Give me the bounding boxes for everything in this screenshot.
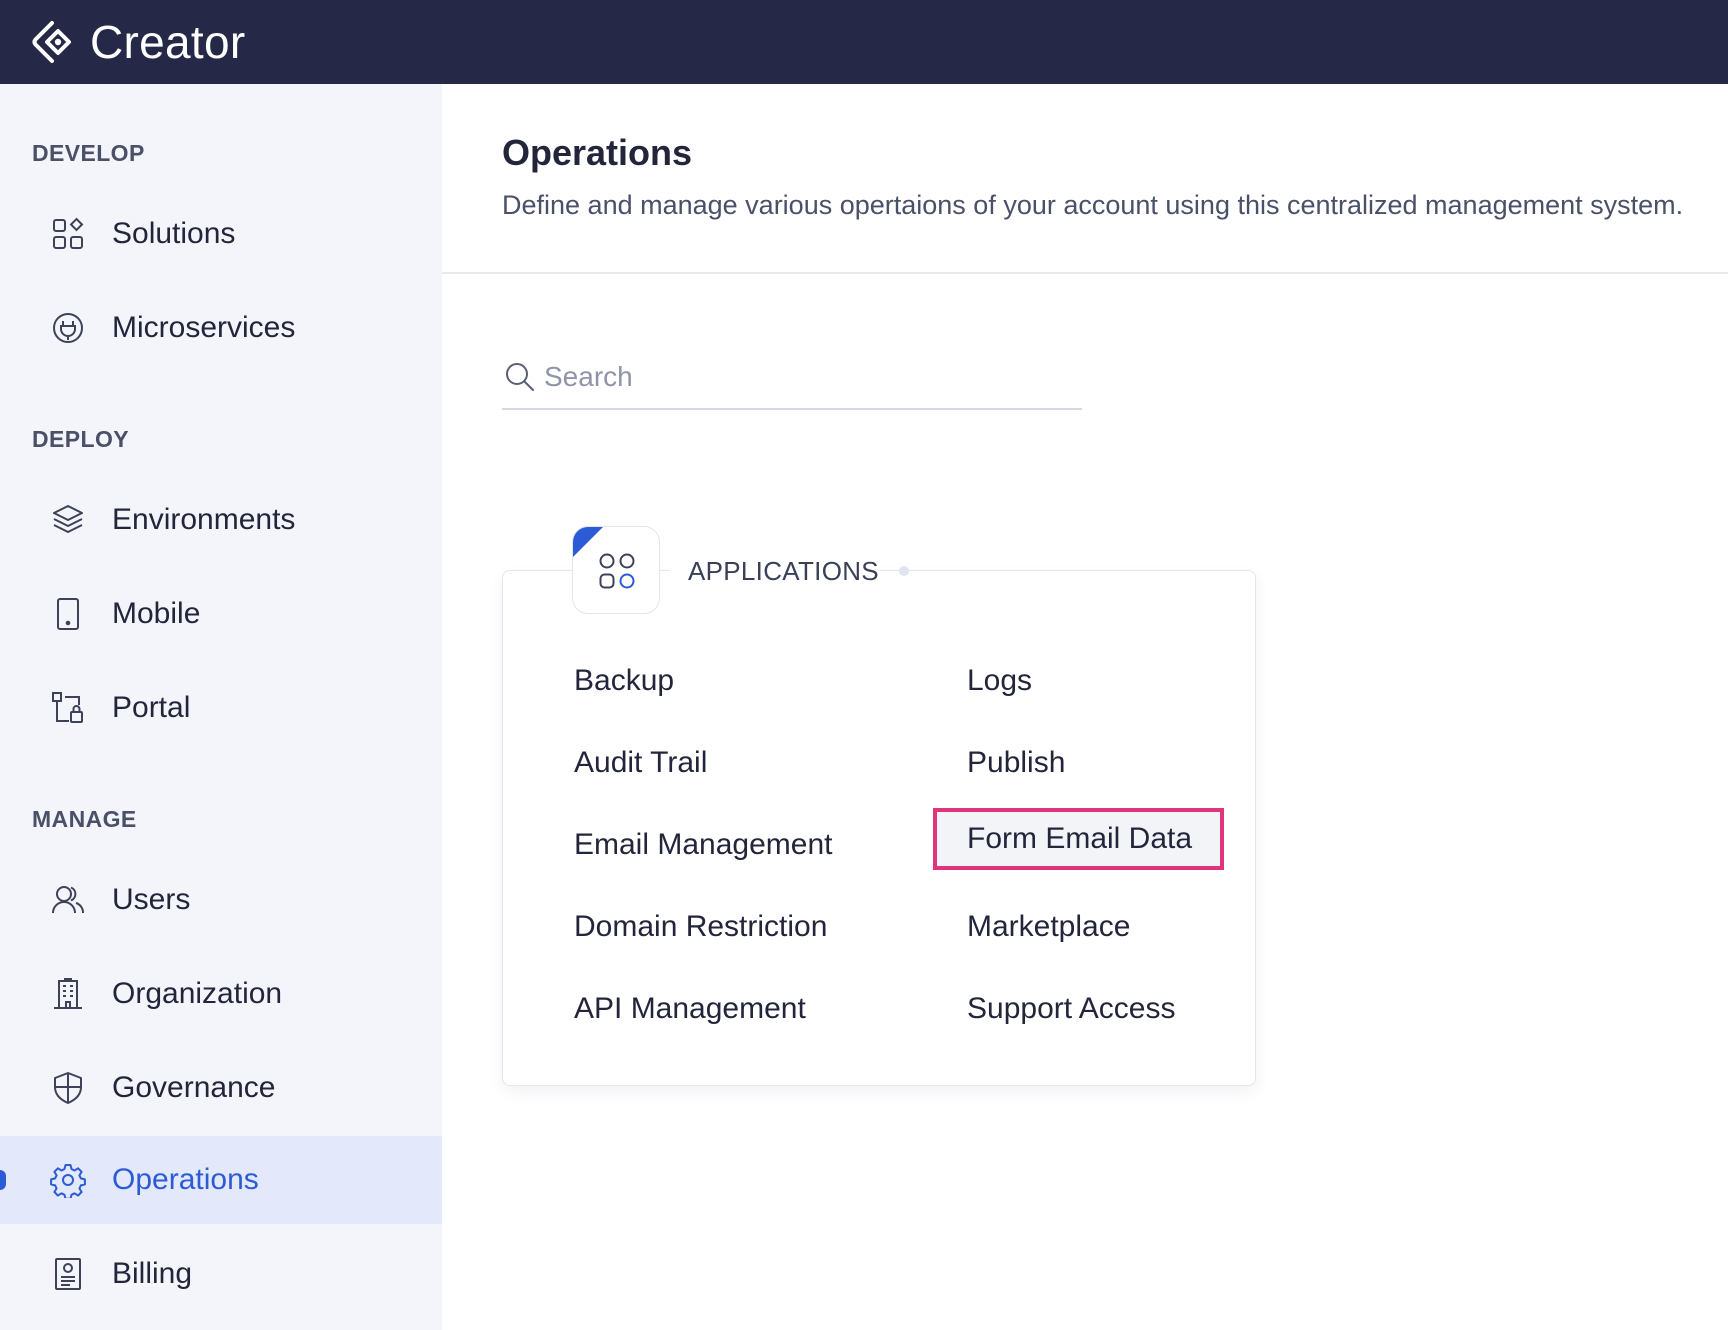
- section-title-develop: DEVELOP: [32, 140, 145, 166]
- link-support-access[interactable]: Support Access: [967, 992, 1175, 1026]
- sidebar-item-operations[interactable]: Operations: [0, 1136, 442, 1224]
- link-backup[interactable]: Backup: [574, 664, 674, 698]
- sidebar-item-label: Operations: [112, 1163, 259, 1196]
- header-divider: [442, 272, 1728, 274]
- link-logs[interactable]: Logs: [967, 664, 1032, 698]
- page-description: Define and manage various opertaions of …: [502, 190, 1684, 220]
- shield-icon: [54, 1072, 82, 1104]
- sidebar-item-solutions[interactable]: Solutions: [0, 190, 442, 278]
- gear-icon: [50, 1164, 86, 1198]
- portal-icon: [52, 692, 83, 723]
- sidebar-item-label: Billing: [112, 1257, 193, 1290]
- sidebar-item-label: Solutions: [112, 217, 236, 250]
- search-bar: [502, 346, 1082, 410]
- sidebar-item-portal[interactable]: Portal: [0, 664, 442, 752]
- section-title-manage: MANAGE: [32, 806, 137, 832]
- applications-icon-box: [572, 526, 660, 614]
- sidebar-item-label: Organization: [112, 977, 283, 1010]
- sidebar-item-organization[interactable]: Organization: [0, 950, 442, 1038]
- main-content: Operations Define and manage various ope…: [442, 84, 1728, 1330]
- link-api-management[interactable]: API Management: [574, 992, 806, 1026]
- sidebar-item-billing[interactable]: Billing: [0, 1230, 442, 1318]
- sidebar-item-governance[interactable]: Governance: [0, 1044, 442, 1132]
- search-icon: [506, 363, 534, 391]
- plug-icon: [53, 313, 83, 343]
- heading-dot: [899, 566, 909, 576]
- building-icon: [54, 978, 82, 1009]
- apps-icon: [599, 553, 635, 589]
- sidebar-item-microservices[interactable]: Microservices: [0, 284, 442, 372]
- sidebar: DEVELOP Solutions Microservices DEPLOY E…: [0, 84, 442, 1330]
- link-email-management[interactable]: Email Management: [574, 828, 832, 862]
- sidebar-item-label: Mobile: [112, 597, 201, 630]
- app-brand[interactable]: Creator: [90, 15, 246, 69]
- creator-logo-icon: [32, 21, 71, 63]
- link-form-email-data[interactable]: Form Email Data: [933, 808, 1225, 870]
- sidebar-item-label: Portal: [112, 691, 191, 724]
- sidebar-item-label: Users: [112, 883, 191, 916]
- sidebar-item-label: Environments: [112, 503, 296, 536]
- link-audit-trail[interactable]: Audit Trail: [574, 746, 707, 780]
- layers-icon: [53, 505, 83, 533]
- mobile-icon: [57, 598, 79, 630]
- sidebar-item-label: Governance: [112, 1071, 276, 1104]
- sidebar-item-label: Microservices: [112, 311, 296, 344]
- top-bar: Creator: [0, 0, 1728, 84]
- link-domain-restriction[interactable]: Domain Restriction: [574, 910, 827, 944]
- billing-icon: [55, 1258, 81, 1290]
- search-input[interactable]: [544, 361, 1064, 393]
- link-publish[interactable]: Publish: [967, 746, 1065, 780]
- card-heading: APPLICATIONS: [688, 556, 879, 586]
- page-title: Operations: [502, 132, 693, 173]
- link-marketplace[interactable]: Marketplace: [967, 910, 1130, 944]
- sidebar-item-environments[interactable]: Environments: [0, 476, 442, 564]
- sidebar-item-users[interactable]: Users: [0, 856, 442, 944]
- sidebar-item-mobile[interactable]: Mobile: [0, 570, 442, 658]
- users-icon: [52, 886, 84, 914]
- section-title-deploy: DEPLOY: [32, 426, 129, 452]
- solutions-icon: [53, 217, 84, 249]
